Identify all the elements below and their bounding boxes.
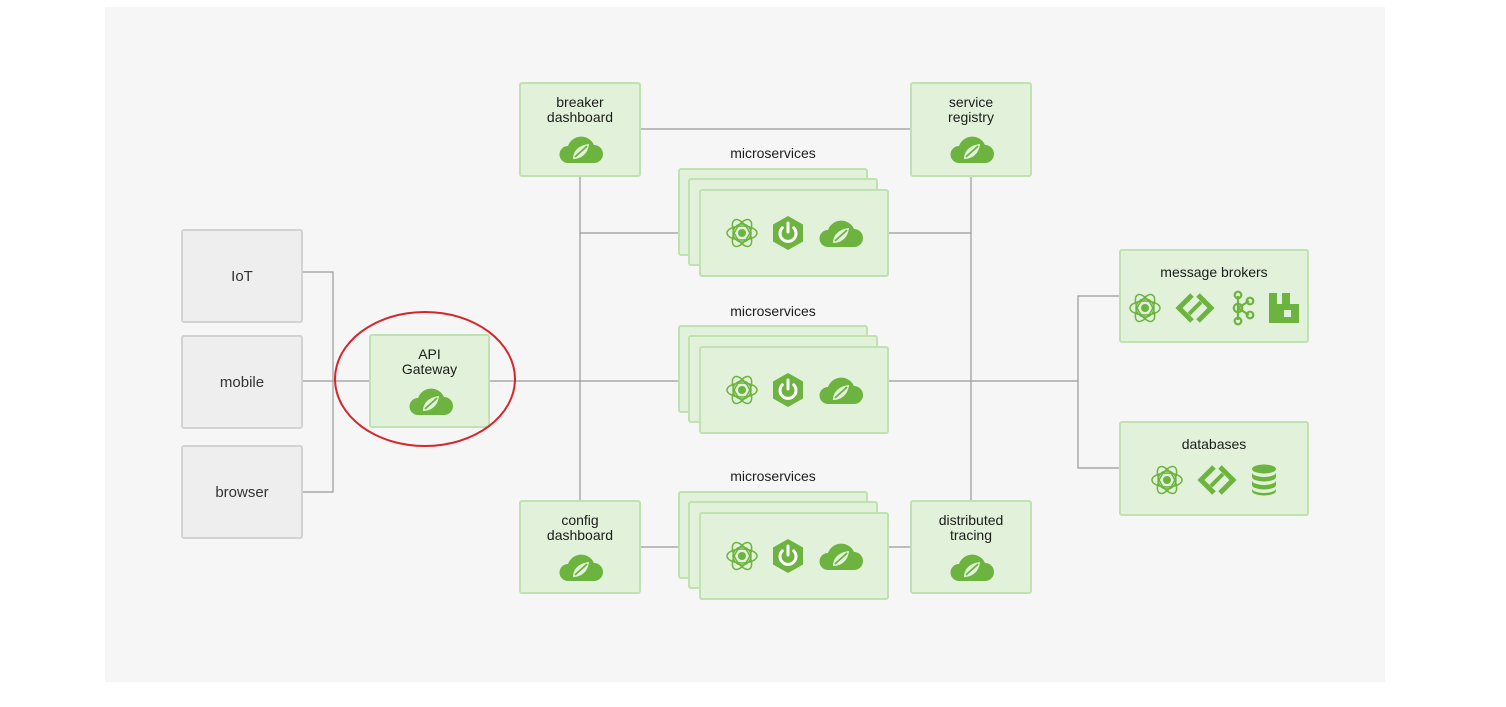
message-brokers-icons xyxy=(1127,290,1301,326)
atom-icon xyxy=(724,372,760,408)
client-label: browser xyxy=(215,483,269,501)
rabbitmq-icon xyxy=(1267,291,1301,325)
microservice-card xyxy=(699,346,889,434)
spring-integration-icon xyxy=(1195,462,1239,498)
spring-cloud-icon xyxy=(816,540,864,572)
breaker-dashboard-label: breaker dashboard xyxy=(546,94,614,125)
client-browser: browser xyxy=(181,445,303,539)
microservices-title: microservices xyxy=(730,145,816,161)
spring-boot-icon xyxy=(770,538,806,574)
distributed-tracing-label: distributed tracing xyxy=(938,512,1004,543)
database-icon xyxy=(1249,463,1279,497)
microservices-title: microservices xyxy=(730,303,816,319)
spring-cloud-icon xyxy=(556,133,604,165)
config-dashboard-label: config dashboard xyxy=(546,512,614,543)
databases: databases xyxy=(1119,421,1309,516)
spring-cloud-icon xyxy=(947,551,995,583)
atom-icon xyxy=(724,538,760,574)
spring-cloud-icon xyxy=(816,217,864,249)
service-registry: service registry xyxy=(910,82,1032,177)
databases-icons xyxy=(1149,462,1279,498)
spring-cloud-icon xyxy=(947,133,995,165)
atom-icon xyxy=(1127,290,1163,326)
databases-label: databases xyxy=(1181,436,1247,452)
spring-boot-icon xyxy=(770,372,806,408)
atom-icon xyxy=(724,215,760,251)
microservice-card xyxy=(699,189,889,277)
spring-cloud-icon xyxy=(816,374,864,406)
microservices-title: microservices xyxy=(730,468,816,484)
kafka-icon xyxy=(1227,290,1257,326)
message-brokers: message brokers xyxy=(1119,249,1309,343)
config-dashboard: config dashboard xyxy=(519,500,641,594)
spring-integration-icon xyxy=(1173,290,1217,326)
atom-icon xyxy=(1149,462,1185,498)
distributed-tracing: distributed tracing xyxy=(910,500,1032,594)
client-iot: IoT xyxy=(181,229,303,323)
highlight-ring xyxy=(334,311,516,447)
service-registry-label: service registry xyxy=(948,94,994,125)
client-mobile: mobile xyxy=(181,335,303,429)
spring-boot-icon xyxy=(770,215,806,251)
breaker-dashboard: breaker dashboard xyxy=(519,82,641,177)
microservice-card xyxy=(699,512,889,600)
message-brokers-label: message brokers xyxy=(1160,264,1268,280)
client-label: IoT xyxy=(231,267,253,285)
spring-cloud-icon xyxy=(556,551,604,583)
client-label: mobile xyxy=(219,373,265,391)
